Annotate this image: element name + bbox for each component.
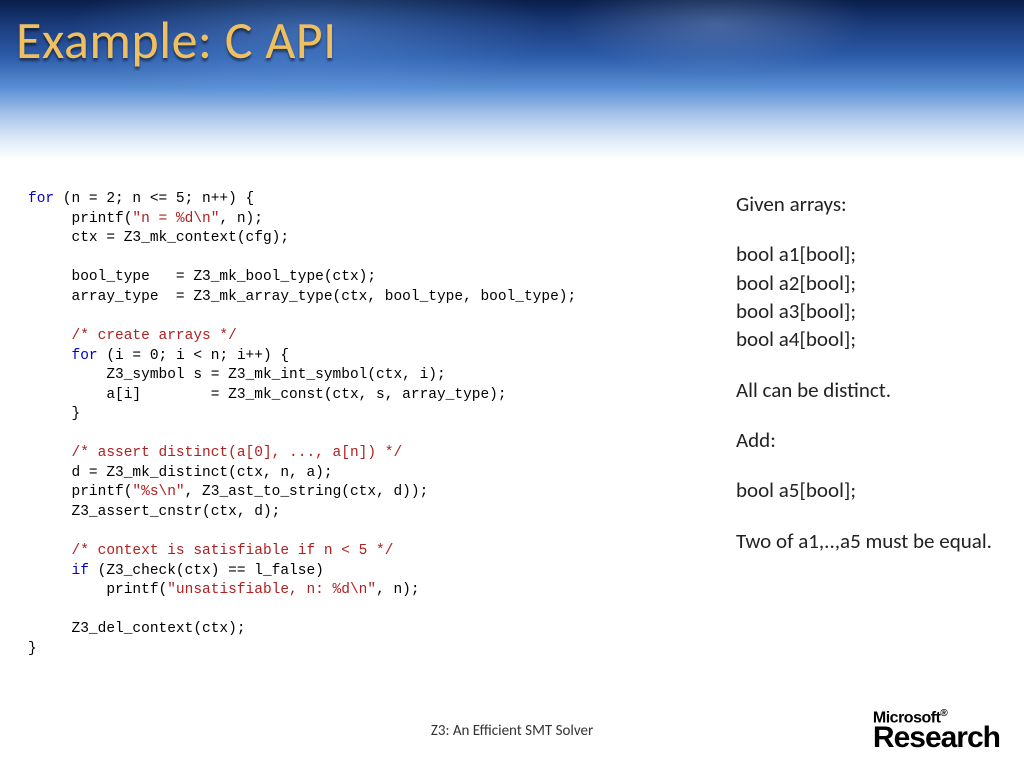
code-text: bool_type = Z3_mk_bool_type(ctx);	[28, 269, 376, 285]
code-text	[28, 250, 37, 266]
note-arrays: bool a1[bool]; bool a2[bool]; bool a3[bo…	[736, 240, 996, 353]
slide-content: for (n = 2; n <= 5; n++) { printf("n = %…	[28, 190, 996, 680]
code-text: printf(	[28, 582, 167, 598]
code-text: Z3_del_context(ctx);	[28, 621, 246, 637]
footer-caption: Z3: An Efficient SMT Solver	[0, 722, 1024, 740]
code-text: ctx = Z3_mk_context(cfg);	[28, 230, 289, 246]
comment: /* assert distinct(a[0], ..., a[n]) */	[28, 445, 402, 461]
code-text: }	[28, 406, 80, 422]
string-literal: "unsatisfiable, n: %d\n"	[167, 582, 376, 598]
comment: /* context is satisfiable if n < 5 */	[28, 543, 393, 559]
code-text: printf(	[28, 211, 132, 227]
code-text	[28, 524, 37, 540]
note-distinct: All can be distinct.	[736, 376, 996, 404]
code-text	[28, 602, 37, 618]
slide-title: Example: C API	[16, 8, 337, 72]
note-given: Given arrays:	[736, 190, 996, 218]
code-text	[28, 426, 37, 442]
logo-research: Research	[873, 725, 1000, 751]
code-text: a[i] = Z3_mk_const(ctx, s, array_type);	[28, 387, 507, 403]
string-literal: "%s\n"	[132, 484, 184, 500]
note-equal: Two of a1,..,a5 must be equal.	[736, 527, 996, 555]
code-text: , n);	[219, 211, 263, 227]
kw-for: for	[72, 348, 98, 364]
code-text	[28, 348, 72, 364]
code-text: }	[28, 641, 37, 657]
slide-header: Example: C API	[0, 0, 1024, 160]
note-a5: bool a5[bool];	[736, 476, 996, 504]
microsoft-research-logo: Microsoft® Research	[873, 710, 1000, 750]
code-text: array_type = Z3_mk_array_type(ctx, bool_…	[28, 289, 576, 305]
comment: /* create arrays */	[28, 328, 237, 344]
code-block: for (n = 2; n <= 5; n++) { printf("n = %…	[28, 190, 716, 680]
note-add: Add:	[736, 426, 996, 454]
code-text: printf(	[28, 484, 132, 500]
code-text: Z3_symbol s = Z3_mk_int_symbol(ctx, i);	[28, 367, 446, 383]
string-literal: "n = %d\n"	[132, 211, 219, 227]
code-text: Z3_assert_cnstr(ctx, d);	[28, 504, 280, 520]
code-text: , Z3_ast_to_string(ctx, d));	[185, 484, 429, 500]
code-text	[28, 308, 37, 324]
code-text: (i = 0; i < n; i++) {	[98, 348, 289, 364]
kw-if: if	[72, 563, 89, 579]
code-text: (n = 2; n <= 5; n++) {	[54, 191, 254, 207]
code-text: , n);	[376, 582, 420, 598]
code-text: (Z3_check(ctx) == l_false)	[89, 563, 324, 579]
kw-for: for	[28, 191, 54, 207]
code-text	[28, 563, 72, 579]
side-notes: Given arrays: bool a1[bool]; bool a2[boo…	[736, 190, 996, 680]
code-text: d = Z3_mk_distinct(ctx, n, a);	[28, 465, 333, 481]
